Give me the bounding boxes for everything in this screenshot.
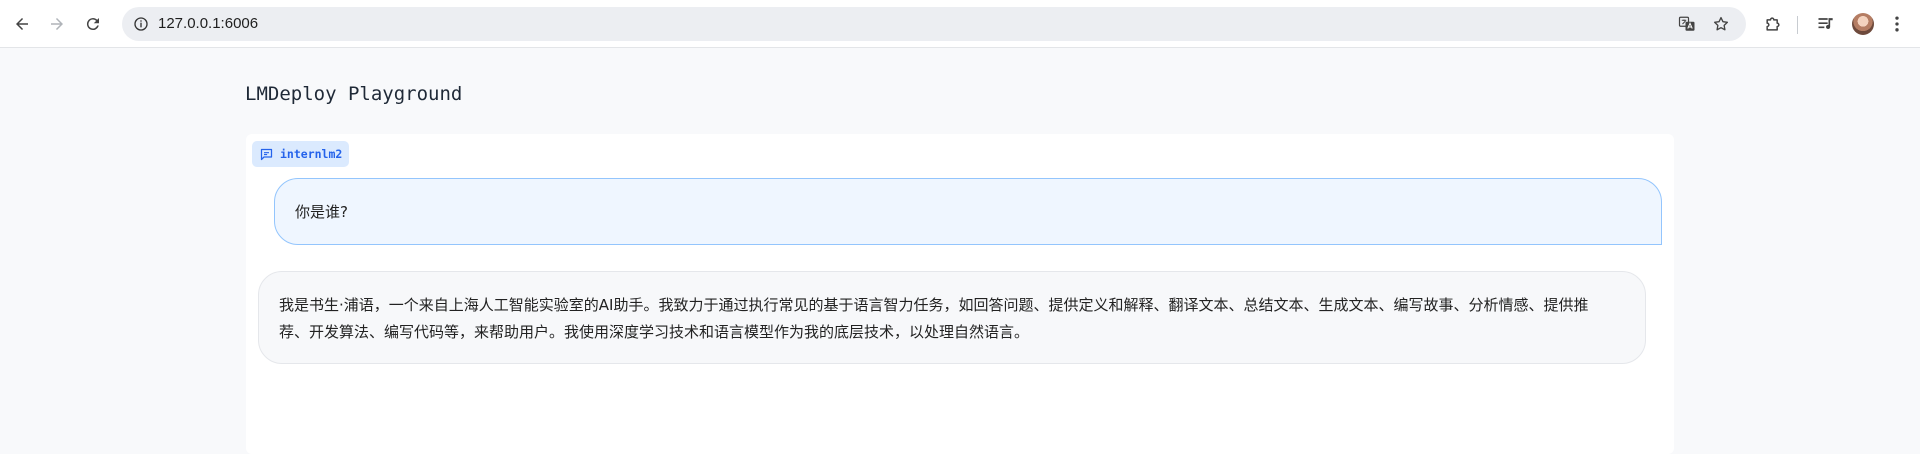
reload-button[interactable] [81, 12, 105, 36]
page-title: LMDeploy Playground [245, 83, 463, 105]
arrow-right-icon [51, 18, 63, 30]
model-name: internlm2 [280, 147, 343, 161]
translate-icon [1678, 16, 1695, 31]
user-message: 你是谁? [274, 178, 1662, 245]
info-icon [134, 17, 148, 31]
media-button[interactable] [1815, 13, 1837, 35]
puzzle-icon [1766, 17, 1780, 31]
assistant-message: 我是书生·浦语，一个来自上海人工智能实验室的AI助手。我致力于通过执行常见的基于… [258, 271, 1646, 364]
chat-icon [258, 146, 274, 162]
address-bar[interactable]: 127.0.0.1:6006 [122, 7, 1746, 41]
toolbar-divider [1797, 16, 1798, 34]
reload-icon [86, 18, 99, 31]
star-icon [1713, 16, 1729, 31]
profile-avatar[interactable] [1852, 13, 1874, 35]
url-text[interactable]: 127.0.0.1:6006 [158, 15, 258, 32]
translate-button[interactable] [1678, 15, 1696, 33]
arrow-left-icon [16, 18, 28, 30]
model-badge: internlm2 [252, 141, 349, 167]
site-info-button[interactable] [132, 15, 150, 33]
user-message-text: 你是谁? [295, 203, 348, 221]
forward-button[interactable] [45, 12, 69, 36]
browser-toolbar: 127.0.0.1:6006 [0, 0, 1920, 48]
media-queue-icon [1818, 18, 1833, 29]
kebab-menu-icon [1895, 16, 1899, 32]
back-button[interactable] [10, 12, 34, 36]
browser-menu-button[interactable] [1886, 13, 1908, 35]
extensions-button[interactable] [1762, 13, 1784, 35]
bookmark-button[interactable] [1712, 15, 1730, 33]
assistant-message-text: 我是书生·浦语，一个来自上海人工智能实验室的AI助手。我致力于通过执行常见的基于… [279, 296, 1589, 341]
